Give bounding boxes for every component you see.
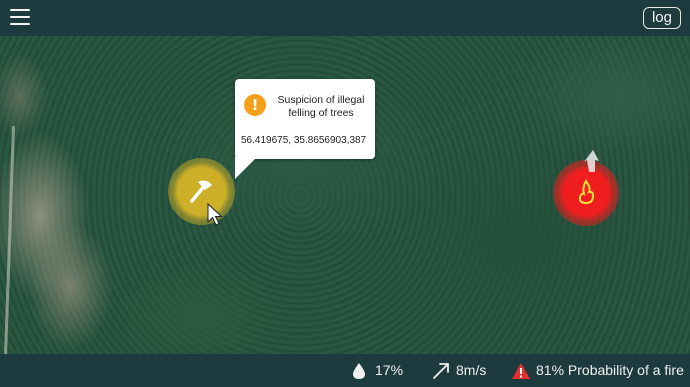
- humidity-value: 17%: [375, 362, 404, 378]
- mouse-cursor-icon: [207, 203, 223, 226]
- alert-callout: ! Suspicion of illegal felling of trees …: [235, 79, 375, 179]
- wind-arrow-icon: [433, 363, 449, 379]
- alert-title: Suspicion of illegal felling of trees: [277, 94, 365, 119]
- wind-value: 8m/s: [456, 362, 487, 378]
- flame-icon: [578, 179, 595, 205]
- axe-icon: [190, 180, 212, 203]
- water-drop-icon: [353, 363, 365, 379]
- wind-direction-icon: [584, 150, 599, 172]
- status-bar: 17% 8m/s 81% Probability of a fire: [0, 354, 690, 387]
- warning-triangle-icon: [512, 363, 530, 379]
- felling-marker[interactable]: [168, 158, 235, 225]
- map-road: [3, 126, 16, 354]
- warning-icon: !: [244, 94, 266, 116]
- log-button[interactable]: log: [642, 7, 681, 29]
- hamburger-menu-icon[interactable]: [10, 9, 30, 27]
- alert-coordinates: 56.419675, 35.8656903,387: [241, 135, 367, 146]
- fire-probability-text: 81% Probability of a fire: [536, 362, 684, 378]
- top-bar: log: [0, 0, 690, 36]
